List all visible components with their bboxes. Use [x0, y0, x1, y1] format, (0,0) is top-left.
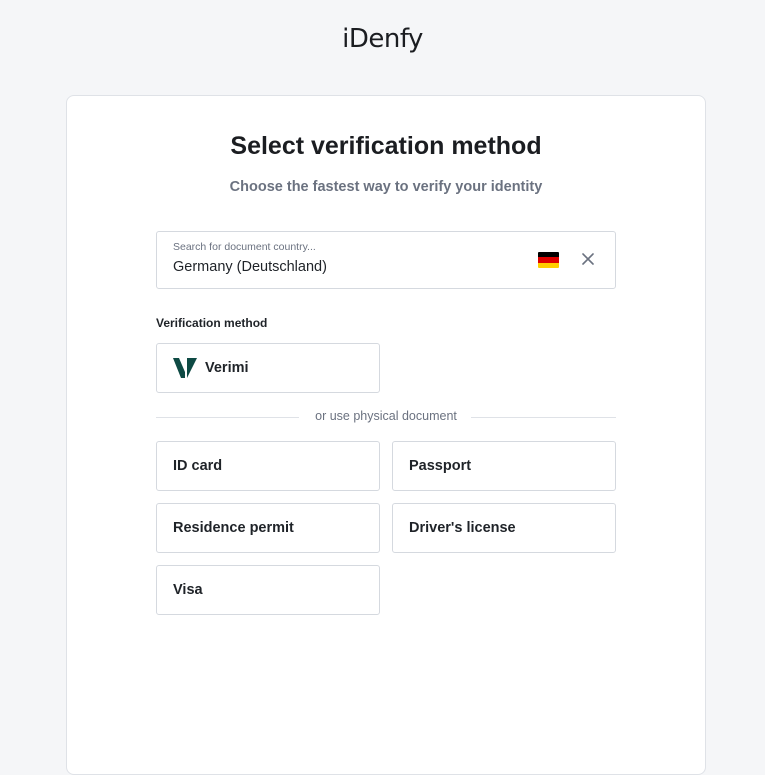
- passport-label: Passport: [409, 458, 472, 474]
- residence-permit-button[interactable]: Residence permit: [156, 503, 380, 553]
- verimi-label: Verimi: [205, 360, 249, 376]
- clear-country-button[interactable]: [577, 248, 599, 270]
- passport-button[interactable]: Passport: [392, 441, 616, 491]
- page-subtitle: Choose the fastest way to verify your id…: [229, 179, 543, 195]
- divider-right: [471, 417, 616, 418]
- country-search-placeholder: Search for document country...: [173, 241, 316, 253]
- verimi-button[interactable]: Verimi: [156, 343, 380, 393]
- drivers-license-button[interactable]: Driver's license: [392, 503, 616, 553]
- id-card-label: ID card: [173, 458, 223, 474]
- country-search-value[interactable]: Germany (Deutschland): [173, 259, 327, 275]
- verification-card: Select verification method Choose the fa…: [66, 95, 706, 775]
- page-title: Select verification method: [230, 132, 542, 160]
- verification-method-label: Verification method: [156, 316, 268, 330]
- close-icon: [582, 253, 594, 265]
- germany-flag-icon: [538, 252, 559, 268]
- country-search-field[interactable]: Search for document country... Germany (…: [156, 231, 616, 289]
- idenfy-logo: iDenfy: [342, 24, 423, 54]
- residence-permit-label: Residence permit: [173, 520, 294, 536]
- visa-label: Visa: [173, 582, 203, 598]
- visa-button[interactable]: Visa: [156, 565, 380, 615]
- verimi-logo-icon: [173, 358, 197, 378]
- divider-text: or use physical document: [315, 409, 457, 423]
- drivers-license-label: Driver's license: [409, 520, 516, 536]
- id-card-button[interactable]: ID card: [156, 441, 380, 491]
